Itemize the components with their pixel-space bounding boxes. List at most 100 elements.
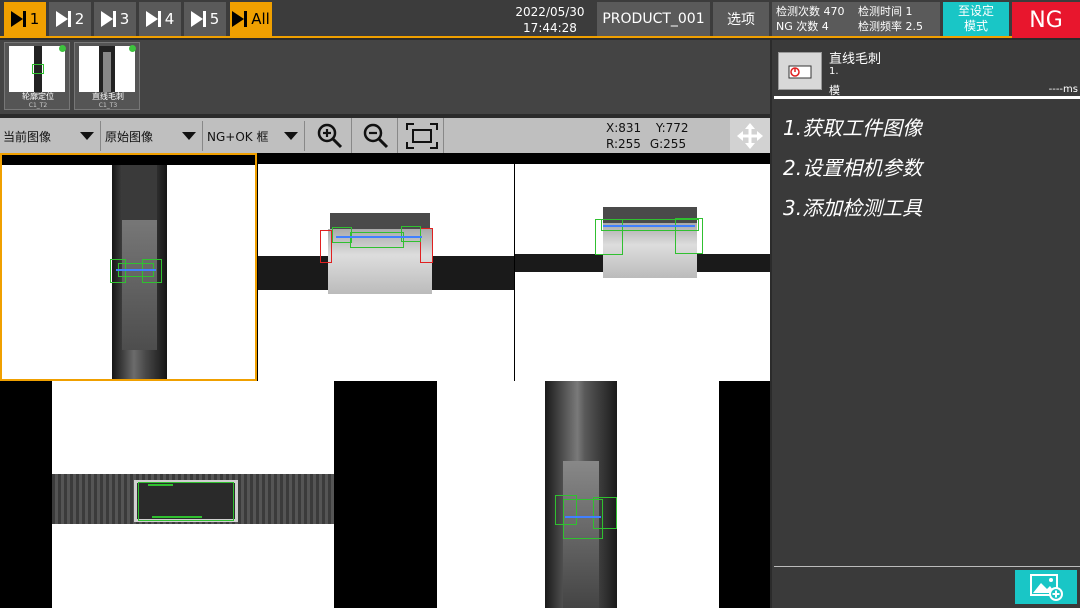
pixel-g: G:255 [650, 136, 692, 152]
rate-value: 2.5 [905, 20, 924, 33]
edge-line [116, 269, 156, 271]
play-bar-icon [244, 11, 248, 27]
fit-screen-icon [405, 122, 438, 149]
thumbnail-image [9, 46, 65, 92]
set-mode-label-2: 模式 [963, 19, 988, 33]
thumbnail-name: 轮廓定位 [22, 92, 54, 101]
play-icon [10, 11, 23, 27]
play-icon [55, 11, 68, 27]
view-select-value: 当前图像 [3, 129, 52, 144]
line-burr-tool-icon [788, 65, 812, 79]
ng-box [320, 230, 332, 263]
status-dot-icon [129, 45, 136, 52]
camera-tab-label: 4 [164, 10, 175, 28]
camera-tab-label: 1 [29, 10, 40, 28]
y-value: 772 [665, 121, 689, 135]
play-bar-icon [22, 11, 26, 27]
edge-line [603, 225, 695, 227]
date-text: 2022/05/30 [515, 5, 585, 19]
thumbnail-image [79, 46, 135, 92]
camera-tab-3[interactable]: 3 [94, 2, 136, 36]
tool-name: 直线毛刺 [829, 52, 882, 67]
count-label: 检测次数 [776, 5, 820, 18]
y-label: Y: [655, 121, 666, 135]
count-value: 470 [823, 5, 845, 18]
zoom-in-button[interactable] [308, 118, 352, 153]
add-image-button[interactable] [1015, 570, 1077, 604]
zoom-out-icon [363, 123, 388, 148]
camera-tab-1[interactable]: 1 [4, 2, 46, 36]
options-button[interactable]: 选项 [713, 2, 769, 36]
r-value: 255 [618, 137, 641, 151]
x-value: 831 [618, 121, 642, 135]
pixel-r: R:255 [606, 136, 646, 152]
ng-value: 4 [821, 20, 829, 33]
ng-box [420, 228, 433, 263]
set-mode-button[interactable]: 至设定 模式 [943, 2, 1009, 36]
pan-button[interactable] [730, 118, 770, 153]
source-select[interactable]: 原始图像 [102, 121, 203, 151]
add-image-icon [1030, 574, 1063, 601]
tool-thumbnail [778, 52, 822, 90]
fit-screen-button[interactable] [400, 118, 444, 153]
pixel-x: X:831 [606, 120, 652, 136]
camera-image-5[interactable] [437, 381, 719, 608]
play-icon [100, 11, 113, 27]
stats-panel: 检测次数 470 检测时间 1 NG 次数 4 检测频率 2.5 [772, 2, 940, 36]
top-bar: 1 2 3 4 5 All 2022/05/30 17:44:28 PRODUC… [0, 0, 1080, 38]
tool-time: ----ms [1048, 84, 1078, 95]
tool-thumbnail-2[interactable]: 直线毛刺 C1_T3 [74, 42, 140, 110]
caret-down-icon [284, 132, 298, 140]
camera-tab-label: 3 [119, 10, 130, 28]
move-arrows-icon [737, 122, 763, 149]
camera-tab-all[interactable]: All [230, 2, 272, 36]
product-name[interactable]: PRODUCT_001 [597, 2, 710, 36]
step-1: 1.获取工件图像 [783, 116, 923, 140]
box-select[interactable]: NG+OK 框 [204, 121, 305, 151]
detection-box [332, 227, 352, 243]
tool-panel: 直线毛刺 1. 模 ----ms 1.获取工件图像 2.设置相机参数 3.添加检… [772, 40, 1080, 608]
inspection-image-grid [0, 153, 770, 608]
edge-line [148, 484, 173, 486]
play-bar-icon [202, 11, 206, 27]
play-bar-icon [157, 11, 161, 27]
view-select[interactable]: 当前图像 [0, 121, 101, 151]
rate-stat: 检测频率 2.5 [858, 19, 923, 34]
tool-thumbnail-1[interactable]: 轮廓定位 C1_T2 [4, 42, 70, 110]
image-toolbar: 当前图像 原始图像 NG+OK 框 X:831 Y:772 R:255 G:25… [0, 118, 770, 167]
divider [774, 96, 1080, 99]
source-select-value: 原始图像 [105, 129, 154, 144]
detection-box [350, 232, 404, 248]
r-label: R: [606, 137, 619, 151]
result-badge: NG [1012, 2, 1080, 38]
g-value: 255 [663, 137, 687, 151]
camera-tab-2[interactable]: 2 [49, 2, 91, 36]
edge-line [336, 236, 422, 238]
play-icon [190, 11, 203, 27]
time-value: 1 [905, 5, 913, 18]
camera-tab-4[interactable]: 4 [139, 2, 181, 36]
caret-down-icon [182, 132, 196, 140]
time-text: 17:44:28 [523, 21, 577, 35]
play-icon [145, 11, 158, 27]
camera-image-1[interactable] [0, 153, 257, 381]
camera-image-2[interactable] [258, 164, 514, 381]
thumbnail-sub: C1_T2 [28, 102, 48, 109]
play-bar-icon [67, 11, 71, 27]
camera-tab-5[interactable]: 5 [184, 2, 226, 36]
step-2: 2.设置相机参数 [783, 156, 923, 180]
set-mode-label-1: 至设定 [957, 4, 994, 18]
time-stat: 检测时间 1 [858, 4, 913, 19]
datetime: 2022/05/30 17:44:28 [505, 4, 595, 36]
detection-box [401, 226, 421, 242]
tool-card[interactable]: 直线毛刺 1. 模 ----ms [772, 40, 1080, 99]
camera-tab-label: All [251, 10, 270, 28]
edge-line [152, 516, 202, 518]
box-select-value: NG+OK 框 [207, 129, 269, 144]
camera-image-3[interactable] [515, 164, 770, 381]
g-label: G: [649, 137, 664, 151]
x-label: X: [606, 121, 619, 135]
ng-label: NG 次数 [776, 20, 819, 33]
zoom-out-button[interactable] [354, 118, 398, 153]
camera-image-4[interactable] [52, 381, 334, 608]
